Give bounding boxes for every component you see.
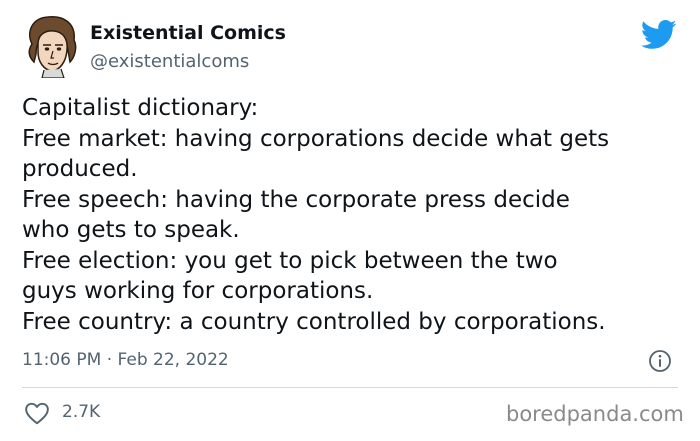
tweet-line: Free market: having corporations decide … xyxy=(22,125,610,152)
tweet-text: Capitalist dictionary: Free market: havi… xyxy=(22,93,687,337)
author-handle[interactable]: @existentialcoms xyxy=(90,51,249,72)
tweet-line: Free country: a country controlled by co… xyxy=(22,308,606,335)
tweet-timestamp[interactable]: 11:06 PM · Feb 22, 2022 xyxy=(22,350,229,370)
watermark: boredpanda.com xyxy=(506,402,684,426)
tweet-line: guys working for corporations. xyxy=(22,278,374,304)
like-count[interactable]: 2.7K xyxy=(62,402,100,422)
tweet-line: who gets to speak. xyxy=(22,217,240,243)
info-icon[interactable] xyxy=(648,349,672,373)
tweet-line: produced. xyxy=(22,156,138,182)
twitter-bird-icon xyxy=(641,20,677,50)
avatar[interactable] xyxy=(24,14,80,79)
tweet-line: Free election: you get to pick between t… xyxy=(22,247,558,274)
author-name[interactable]: Existential Comics xyxy=(90,22,286,44)
tweet-line: Capitalist dictionary: xyxy=(22,95,259,121)
heart-icon[interactable] xyxy=(24,401,50,425)
tweet-line: Free speech: having the corporate press … xyxy=(22,186,570,213)
divider xyxy=(22,387,678,388)
